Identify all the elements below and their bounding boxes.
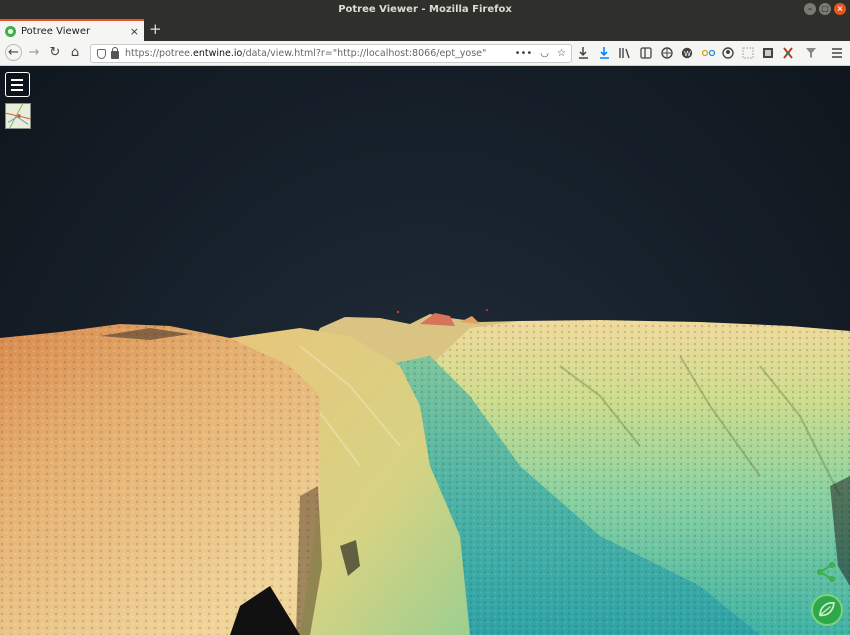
close-window-button[interactable]: × <box>834 3 846 15</box>
save-to-pocket-icon[interactable] <box>600 47 609 59</box>
hamburger-menu-icon[interactable] <box>832 48 842 58</box>
window-controls: – □ × <box>804 3 846 15</box>
reload-button[interactable]: ↻ <box>47 45 63 61</box>
tracking-protection-shield-icon[interactable] <box>97 48 106 59</box>
bookmark-star-icon[interactable]: ☆ <box>557 48 566 59</box>
forward-button[interactable]: → <box>26 45 42 61</box>
potree-leaf-icon <box>819 602 835 617</box>
new-tab-button[interactable]: + <box>149 20 162 38</box>
back-button[interactable]: ← <box>5 44 22 61</box>
library-icon[interactable] <box>619 48 630 59</box>
window-title: Potree Viewer - Mozilla Firefox <box>338 4 512 15</box>
url-bar[interactable]: https://potree.entwine.io/data/view.html… <box>90 44 572 63</box>
account-icon[interactable] <box>722 47 734 59</box>
potree-3d-viewport[interactable] <box>0 66 850 635</box>
glasses-icon[interactable] <box>701 49 716 57</box>
screenshot-icon[interactable] <box>763 48 773 58</box>
maximize-button[interactable]: □ <box>819 3 831 15</box>
url-text[interactable]: https://potree.entwine.io/data/view.html… <box>125 48 515 59</box>
window-title-bar: Potree Viewer - Mozilla Firefox – □ × <box>0 0 850 19</box>
tab-potree-viewer[interactable]: Potree Viewer × <box>0 19 144 41</box>
page-actions-icon[interactable]: ••• <box>515 48 533 59</box>
container-icon[interactable] <box>742 47 754 59</box>
filter-icon[interactable] <box>806 48 816 58</box>
url-domain: entwine.io <box>193 48 243 59</box>
minimize-button[interactable]: – <box>804 3 816 15</box>
wordpress-icon[interactable]: W <box>681 47 693 59</box>
tab-strip: Potree Viewer × + <box>0 19 850 41</box>
tab-close-icon[interactable]: × <box>130 25 139 38</box>
home-button[interactable]: ⌂ <box>67 45 83 61</box>
point-cloud-terrain[interactable] <box>0 66 850 635</box>
sidebar-menu-button[interactable] <box>5 72 30 97</box>
url-path: /data/view.html?r="http://localhost:8066… <box>242 48 487 59</box>
sidebar-icon[interactable] <box>640 47 652 59</box>
navigation-bar: ← → ↻ ⌂ https://potree.entwine.io/data/v… <box>0 41 850 66</box>
extension-icon[interactable] <box>661 47 673 59</box>
downloads-icon[interactable] <box>579 47 588 59</box>
tab-title: Potree Viewer <box>21 25 91 37</box>
share-icon[interactable] <box>815 561 837 583</box>
svg-text:W: W <box>684 50 691 58</box>
url-bar-actions: ••• ◡ ☆ <box>515 48 566 59</box>
pocket-icon[interactable]: ◡ <box>540 48 549 59</box>
url-prefix: https://potree. <box>125 48 194 59</box>
potree-logo-icon[interactable] <box>811 594 843 626</box>
tools-icon[interactable] <box>783 47 793 59</box>
lock-icon[interactable] <box>111 46 119 59</box>
toolbar-icons: W <box>579 47 842 59</box>
map-toggle-icon[interactable] <box>5 103 31 129</box>
potree-favicon-icon <box>5 25 16 37</box>
